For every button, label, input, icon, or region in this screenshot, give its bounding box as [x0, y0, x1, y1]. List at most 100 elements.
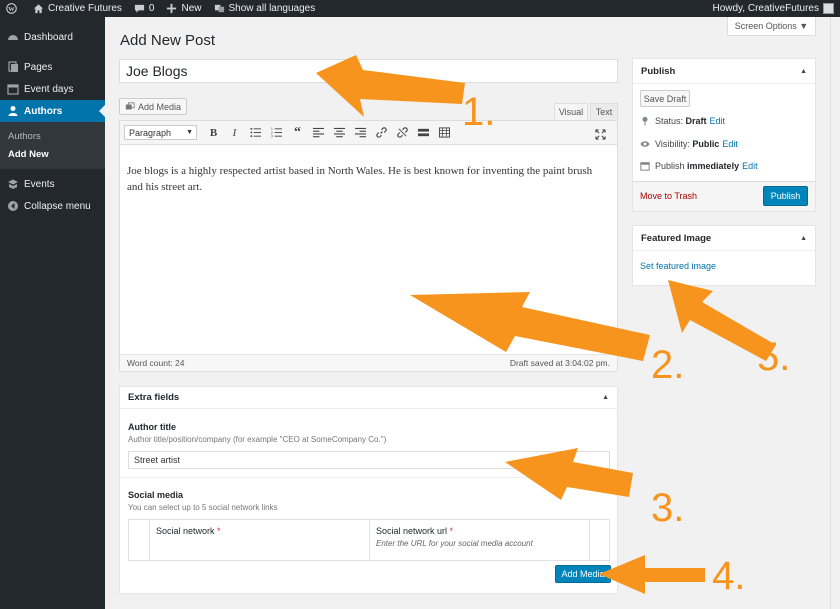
dashboard-icon	[8, 35, 18, 40]
add-social-row-button[interactable]: Add Media	[555, 565, 611, 583]
collapse-toggle-icon[interactable]: ▲	[800, 235, 807, 242]
schedule-label: Publish	[655, 161, 685, 171]
fullscreen-button[interactable]	[590, 125, 611, 143]
visibility-row: Visibility: Public Edit	[640, 139, 738, 149]
publish-box: Publish ▲ Save Draft Status: Draft Edit …	[632, 58, 816, 212]
required-mark: *	[449, 526, 454, 536]
social-url-column: Social network url * Enter the URL for y…	[370, 520, 590, 560]
align-right-button[interactable]	[350, 124, 371, 142]
toolbar-toggle-button[interactable]	[434, 124, 455, 142]
sidebar-item-events[interactable]: Events	[0, 173, 105, 195]
set-featured-image-link[interactable]: Set featured image	[640, 261, 716, 271]
sidebar-item-label: Collapse menu	[24, 200, 91, 212]
bulleted-list-button[interactable]	[245, 124, 266, 142]
page-scrollbar[interactable]	[830, 17, 840, 609]
sidebar-item-collapse[interactable]: Collapse menu	[0, 195, 105, 217]
sidebar-item-pages[interactable]: Pages	[0, 56, 105, 78]
user-icon	[8, 106, 18, 116]
step-number-1: 1.	[462, 90, 496, 134]
page-title: Add New Post	[120, 32, 216, 49]
sidebar-item-label: Events	[24, 178, 55, 190]
sidebar-item-label: Pages	[24, 61, 53, 73]
languages-label: Show all languages	[228, 3, 316, 14]
publish-button[interactable]: Publish	[763, 186, 808, 206]
social-network-column: Social network *	[150, 520, 370, 560]
collapse-toggle-icon[interactable]: ▲	[602, 394, 609, 401]
insert-link-button[interactable]	[371, 124, 392, 142]
eye-icon	[640, 141, 650, 147]
home-icon	[33, 4, 44, 14]
read-more-button[interactable]	[413, 124, 434, 142]
collapse-toggle-icon[interactable]: ▲	[800, 68, 807, 75]
tab-visual[interactable]: Visual	[554, 103, 588, 120]
bulleted-list-icon	[250, 127, 261, 138]
visibility-edit-link[interactable]: Edit	[722, 139, 738, 149]
status-label: Status:	[655, 116, 684, 126]
svg-text:3: 3	[271, 135, 273, 138]
italic-icon: I	[232, 126, 237, 139]
site-name-link[interactable]: Creative Futures	[27, 0, 128, 17]
italic-button[interactable]: I	[224, 124, 245, 142]
status-edit-link[interactable]: Edit	[710, 116, 726, 126]
featured-image-title: Featured Image	[641, 232, 712, 244]
format-select[interactable]: Paragraph ▼	[124, 125, 197, 140]
sidebar-item-dashboard[interactable]: Dashboard	[0, 26, 105, 48]
collapse-icon	[8, 201, 18, 211]
languages-link[interactable]: Show all languages	[208, 0, 322, 17]
social-media-section: Social media You can select up to 5 soci…	[120, 477, 617, 512]
social-network-header: Social network	[156, 526, 215, 536]
my-account-link[interactable]: Howdy, CreativeFutures	[706, 0, 840, 17]
align-center-button[interactable]	[329, 124, 350, 142]
align-left-button[interactable]	[308, 124, 329, 142]
admin-sidebar: Dashboard Pages Event days Authors Autho…	[0, 17, 105, 609]
draft-saved-text: Draft saved at 3:04:02 pm.	[509, 358, 610, 368]
blockquote-icon: “	[294, 124, 301, 140]
social-media-description: You can select up to 5 social network li…	[128, 503, 278, 512]
expand-icon	[595, 128, 606, 140]
numbered-list-button[interactable]: 123	[266, 124, 287, 142]
admin-bar: W Creative Futures 0 New Show all langua…	[0, 0, 840, 17]
new-content-link[interactable]: New	[160, 0, 207, 17]
wordpress-icon: W	[6, 3, 17, 14]
submenu-item-authors[interactable]: Authors	[0, 127, 105, 145]
save-draft-button[interactable]: Save Draft	[640, 90, 690, 107]
post-title-input[interactable]: Joe Blogs	[119, 59, 618, 83]
unlink-icon	[397, 127, 408, 138]
editor-content[interactable]: Joe blogs is a highly respected artist b…	[120, 145, 617, 355]
visibility-value: Public	[692, 139, 720, 149]
sidebar-item-authors[interactable]: Authors	[0, 100, 105, 122]
author-title-input[interactable]: Street artist	[128, 451, 610, 469]
featured-image-header[interactable]: Featured Image ▲	[633, 226, 815, 251]
publish-actions: Move to Trash Publish	[633, 181, 815, 211]
bold-button[interactable]: B	[203, 124, 224, 142]
social-url-header: Social network url	[376, 526, 448, 536]
comments-link[interactable]: 0	[128, 0, 161, 17]
sidebar-item-label: Authors	[24, 105, 63, 117]
social-media-table: Social network * Social network url * En…	[128, 519, 610, 561]
wordpress-logo-button[interactable]: W	[0, 0, 27, 17]
publish-header[interactable]: Publish ▲	[633, 59, 815, 84]
word-count: Word count: 24	[127, 358, 185, 368]
pin-icon	[642, 116, 648, 126]
tab-text[interactable]: Text	[590, 103, 618, 120]
calendar-icon	[7, 84, 19, 95]
submenu-item-add-new[interactable]: Add New	[0, 145, 105, 163]
move-to-trash-link[interactable]: Move to Trash	[640, 191, 697, 201]
blockquote-button[interactable]: “	[287, 124, 308, 142]
step-number-2: 2.	[651, 343, 685, 387]
add-media-button[interactable]: Add Media	[119, 98, 187, 115]
schedule-edit-link[interactable]: Edit	[742, 161, 758, 171]
events-icon	[8, 179, 18, 189]
kitchen-sink-icon	[439, 127, 450, 138]
editor-toolbar: Paragraph ▼ B I 123 “	[120, 121, 617, 145]
comments-count: 0	[148, 3, 155, 14]
sidebar-item-event-days[interactable]: Event days	[0, 78, 105, 100]
table-handle-column	[129, 520, 150, 560]
extra-fields-box: Extra fields ▲ Author title Author title…	[119, 386, 618, 594]
required-mark: *	[217, 526, 221, 536]
remove-link-button[interactable]	[392, 124, 413, 142]
social-media-label: Social media	[128, 490, 184, 500]
screen-options-button[interactable]: Screen Options ▼	[727, 17, 816, 36]
sidebar-item-label: Dashboard	[24, 31, 73, 43]
extra-fields-header[interactable]: Extra fields ▲	[120, 387, 617, 409]
